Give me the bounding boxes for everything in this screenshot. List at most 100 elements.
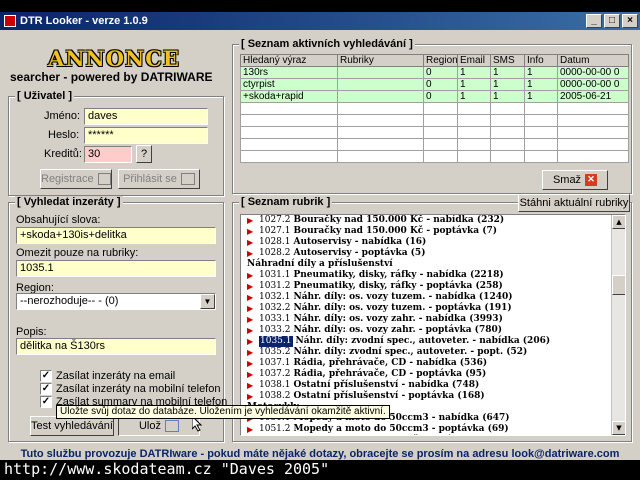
- check-mobile[interactable]: ✓ Zasílat inzeráty na mobilní telefon: [40, 383, 220, 395]
- help-label: ?: [140, 148, 148, 160]
- list-item[interactable]: ▶ 1032.1 Náhr. díly: os. vozy tuzem. - nab…: [241, 292, 625, 303]
- description-input[interactable]: dělitka na Š130rs: [16, 338, 216, 355]
- table-row[interactable]: +skoda+rapid 0 1 1 1 2005-06-21: [240, 90, 629, 103]
- list-item[interactable]: ▶ 1037.1 Rádia, přehrávače, CD - nabídka (…: [241, 358, 625, 369]
- table-cell: [337, 90, 424, 103]
- list-item[interactable]: ▶ 1033.1 Náhr. díly: os. vozy zahr. - nabí…: [241, 314, 625, 325]
- description-label: Popis:: [16, 326, 47, 338]
- register-button[interactable]: Registrace: [40, 169, 112, 189]
- rubric-text: Náhr. díly: os. vozy tuzem. - nabídka (1…: [293, 292, 513, 302]
- column-header[interactable]: Info: [524, 54, 558, 67]
- rubric-text: Náhr. díly: zvodní spec., autoveter. - p…: [293, 347, 528, 357]
- table-cell: 1: [490, 90, 525, 103]
- list-item[interactable]: ▶ 1051.2 Mopedy a moto do 50ccm3 - poptávk…: [241, 424, 625, 435]
- rubric-code: 1038.2: [259, 391, 291, 401]
- table-row-empty: [240, 126, 629, 139]
- bullet-arrow-icon: ▶: [247, 337, 254, 346]
- close-button[interactable]: ×: [622, 14, 638, 28]
- test-search-button[interactable]: Test vyhledávání: [30, 416, 114, 436]
- save-button[interactable]: Ulož: [118, 416, 200, 436]
- table-cell: 1: [457, 90, 491, 103]
- table-cell: ctyrpist: [240, 78, 338, 91]
- table-row[interactable]: 130rs 0 1 1 1 0000-00-00 0: [240, 66, 629, 79]
- check-mobile-label: Zasílat inzeráty na mobilní telefon: [56, 383, 221, 395]
- chevron-down-icon[interactable]: ▼: [200, 294, 215, 309]
- rubric-category[interactable]: Náhradní díly a příslušenství: [241, 259, 625, 270]
- bullet-arrow-icon: ▶: [247, 304, 254, 313]
- bullet-arrow-icon: ▶: [247, 216, 254, 225]
- list-item[interactable]: ▶ 1038.1 Ostatní příslušenství - nabídka (…: [241, 380, 625, 391]
- bullet-arrow-icon: ▶: [247, 238, 254, 247]
- rubrics-list[interactable]: ▶ 1027.2 Bouračky nad 150.000 Kč - nabídka…: [240, 214, 626, 436]
- rubric-text: Náhr. díly: os. vozy zahr. - nabídka (39…: [293, 314, 503, 324]
- list-item[interactable]: ▶ 1037.2 Rádia, přehrávače, CD - poptávka …: [241, 369, 625, 380]
- register-label: Registrace: [41, 173, 94, 185]
- rubrics-scrollbar[interactable]: ▲ ▼: [611, 215, 625, 435]
- list-item[interactable]: ▶ 1028.2 Autoservisy - poptávka (5): [241, 248, 625, 259]
- list-item[interactable]: ▶ 1027.2 Bouračky nad 150.000 Kč - nabídka…: [241, 215, 625, 226]
- list-item[interactable]: ▶1052.1Na rozbr. a do 10.000 Kč - nabídk…: [241, 435, 625, 436]
- list-item[interactable]: ▶ 1035.2 Náhr. díly: zvodní spec., autovet…: [241, 347, 625, 358]
- rubric-text: Mopedy a moto do 50ccm3 - poptávka (69): [293, 424, 509, 434]
- rubric-text: Rádia, přehrávače, CD - nabídka (536): [293, 358, 488, 368]
- scroll-up-icon[interactable]: ▲: [612, 215, 625, 229]
- bullet-arrow-icon: ▶: [247, 392, 254, 401]
- minimize-button[interactable]: _: [586, 14, 602, 28]
- save-icon: [165, 420, 179, 432]
- column-header[interactable]: Email: [457, 54, 491, 67]
- column-header[interactable]: Region: [423, 54, 458, 67]
- rubric-code: 1033.2: [259, 325, 291, 335]
- column-header[interactable]: Hledaný výraz: [240, 54, 338, 67]
- rubric-text: Náhr. díly: os. vozy zahr. - poptávka (7…: [293, 325, 503, 335]
- delete-button[interactable]: Smaž ✕: [542, 170, 608, 190]
- rubrics-filter-label: Omezit pouze na rubriky:: [16, 247, 139, 259]
- list-item[interactable]: ▶ 1031.2 Pneumatiky, disky, ráfky - poptáv…: [241, 281, 625, 292]
- bullet-arrow-icon: ▶: [247, 381, 254, 390]
- column-header[interactable]: Datum: [557, 54, 629, 67]
- rubrics-filter-input[interactable]: 1035.1: [16, 260, 216, 277]
- rubric-code: 1035.1: [259, 336, 293, 347]
- credits-help-button[interactable]: ?: [136, 145, 152, 163]
- checkbox-mobile[interactable]: ✓: [40, 383, 52, 395]
- logo-subtitle: searcher - powered by DATRIWARE: [10, 70, 213, 84]
- window-title: DTR Looker - verze 1.0.9: [20, 15, 148, 27]
- checkbox-summary[interactable]: ✓: [40, 396, 52, 408]
- rubric-code: 1037.1: [259, 358, 291, 368]
- region-select[interactable]: --nerozhoduje-- - (0) ▼: [16, 293, 216, 310]
- list-item[interactable]: ▶ 1028.1 Autoservisy - nabídka (16): [241, 237, 625, 248]
- table-row[interactable]: ctyrpist 0 1 1 1 0000-00-00 0: [240, 78, 629, 91]
- column-header[interactable]: SMS: [490, 54, 525, 67]
- list-item[interactable]: ▶ 1027.1 Bouračky nad 150.000 Kč - poptávk…: [241, 226, 625, 237]
- rubric-code: 1031.1: [259, 270, 291, 280]
- bullet-arrow-icon: ▶: [247, 227, 254, 236]
- list-item[interactable]: ▶ 1032.2 Náhr. díly: os. vozy tuzem. - pop…: [241, 303, 625, 314]
- name-input[interactable]: daves: [84, 108, 208, 125]
- scroll-thumb[interactable]: [612, 275, 625, 295]
- scroll-down-icon[interactable]: ▼: [612, 421, 625, 435]
- rubric-code: 1035.2: [259, 347, 291, 357]
- check-email[interactable]: ✓ Zasílat inzeráty na email: [40, 370, 175, 382]
- table-cell: 1: [524, 78, 558, 91]
- rubric-text: Pneumatiky, disky, ráfky - poptávka (258…: [293, 281, 503, 291]
- list-item[interactable]: ▶ 1038.2 Ostatní příslušenství - poptávka …: [241, 391, 625, 402]
- bullet-arrow-icon: ▶: [247, 315, 254, 324]
- table-cell: 0: [423, 66, 458, 79]
- table-row-empty: [240, 102, 629, 115]
- column-header[interactable]: Rubriky: [337, 54, 424, 67]
- list-item[interactable]: ▶ 1031.1 Pneumatiky, disky, ráfky - nabídk…: [241, 270, 625, 281]
- checkbox-email[interactable]: ✓: [40, 370, 52, 382]
- download-rubrics-button[interactable]: Stáhni aktuální rubriky: [518, 194, 630, 212]
- list-item[interactable]: ▶ 1035.1 Náhr. díly: zvodní spec., autovet…: [241, 336, 625, 347]
- words-input[interactable]: +skoda+130is+delitka: [16, 227, 216, 244]
- maximize-button[interactable]: □: [604, 14, 620, 28]
- table-cell: 0000-00-00 0: [557, 66, 629, 79]
- login-button[interactable]: Přihlásit se: [118, 169, 200, 189]
- table-cell: 0: [423, 78, 458, 91]
- list-item[interactable]: ▶ 1033.2 Náhr. díly: os. vozy zahr. - popt…: [241, 325, 625, 336]
- credits-label: Kreditů:: [44, 148, 82, 160]
- table-cell: [337, 78, 424, 91]
- check-email-label: Zasílat inzeráty na email: [56, 370, 176, 382]
- rubric-text: Ostatní příslušenství - poptávka (168): [293, 391, 485, 401]
- password-input[interactable]: ******: [84, 127, 208, 144]
- table-row-empty: [240, 114, 629, 127]
